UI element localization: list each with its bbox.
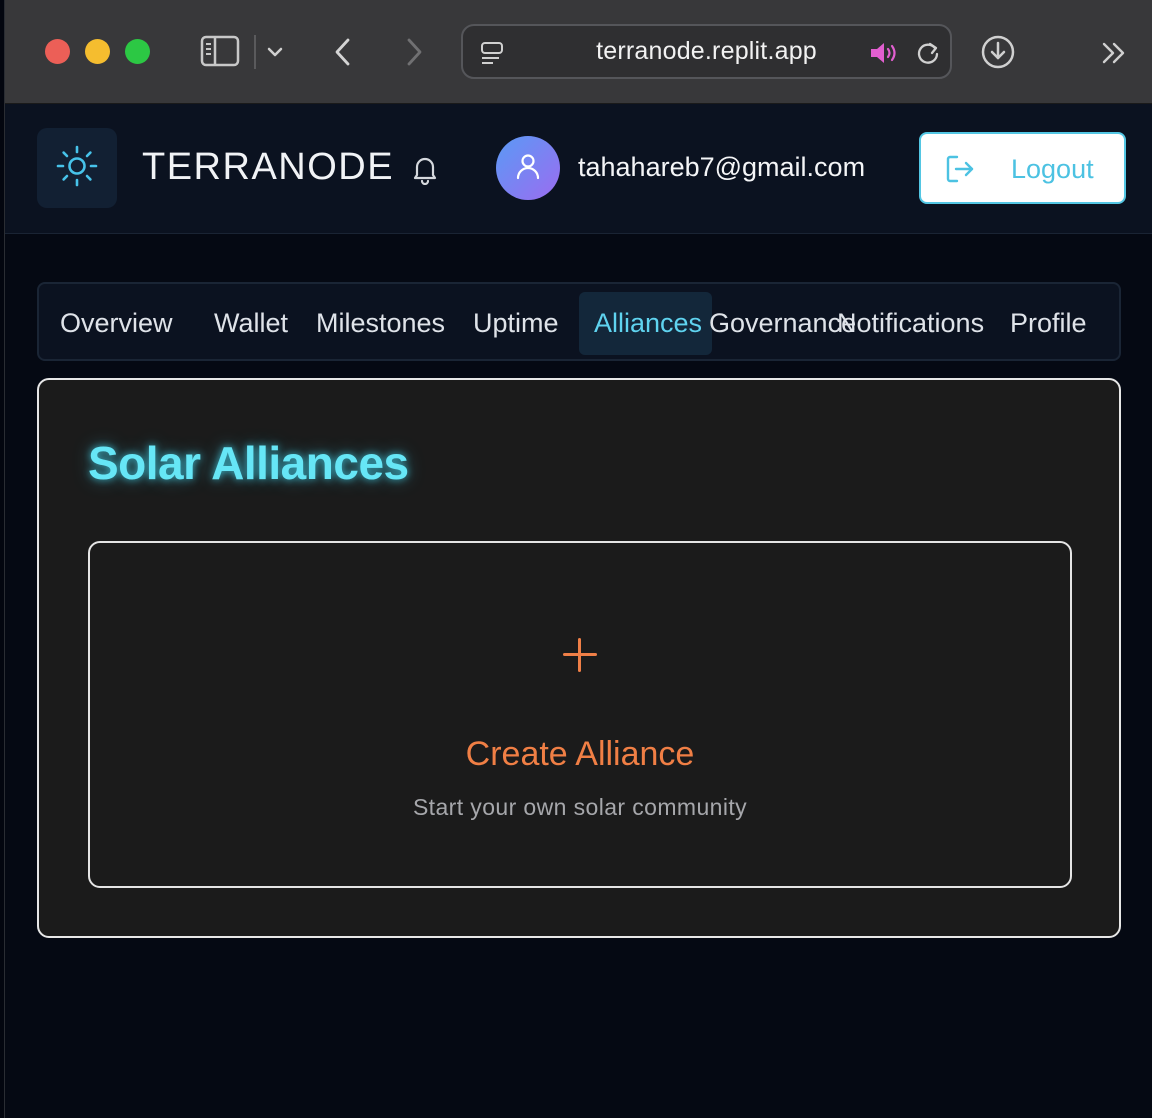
browser-toolbar: terranode.replit.app	[5, 0, 1152, 104]
audio-playing-icon[interactable]	[867, 38, 901, 68]
avatar[interactable]	[496, 136, 560, 200]
logout-icon	[945, 154, 977, 189]
reload-icon[interactable]	[913, 38, 943, 68]
tab-milestones[interactable]: Milestones	[316, 292, 445, 355]
create-alliance-card[interactable]: Create Alliance Start your own solar com…	[88, 541, 1072, 888]
address-bar[interactable]: terranode.replit.app	[461, 24, 952, 79]
minimize-window-button[interactable]	[85, 39, 110, 64]
browser-window: terranode.replit.app TERRANODE tahahareb…	[4, 0, 1152, 1118]
close-window-button[interactable]	[45, 39, 70, 64]
bell-icon[interactable]	[408, 151, 442, 187]
page-title: Solar Alliances	[88, 437, 409, 489]
toolbar-divider	[254, 35, 256, 69]
tab-wallet[interactable]: Wallet	[214, 292, 288, 355]
more-chevrons-icon[interactable]	[1097, 38, 1131, 68]
user-email: tahahareb7@gmail.com	[578, 152, 866, 182]
app-header: TERRANODE tahahareb7@gmail.com Logout	[5, 104, 1152, 234]
create-alliance-title: Create Alliance	[465, 735, 695, 773]
tab-bar: Overview Wallet Milestones Uptime Allian…	[37, 282, 1121, 361]
back-icon[interactable]	[327, 34, 359, 70]
chevron-down-icon[interactable]	[263, 40, 287, 64]
sidebar-toggle-icon[interactable]	[199, 33, 241, 69]
sun-icon	[54, 143, 100, 194]
user-icon	[514, 152, 542, 185]
tab-overview[interactable]: Overview	[60, 292, 173, 355]
plus-icon	[563, 638, 597, 672]
create-alliance-subtitle: Start your own solar community	[412, 794, 748, 820]
forward-icon[interactable]	[398, 34, 430, 70]
tab-uptime[interactable]: Uptime	[473, 292, 559, 355]
logo[interactable]	[37, 128, 117, 208]
tab-notifications[interactable]: Notifications	[837, 292, 984, 355]
alliances-panel: Solar Alliances Create Alliance Start yo…	[37, 378, 1121, 938]
logout-label: Logout	[1011, 154, 1094, 184]
downloads-icon[interactable]	[979, 33, 1017, 71]
brand-name: TERRANODE	[142, 146, 395, 188]
maximize-window-button[interactable]	[125, 39, 150, 64]
tab-governance[interactable]: Governance	[709, 292, 856, 355]
logout-button[interactable]: Logout	[919, 132, 1126, 204]
tab-alliances[interactable]: Alliances	[579, 292, 712, 355]
tab-profile[interactable]: Profile	[1010, 292, 1087, 355]
